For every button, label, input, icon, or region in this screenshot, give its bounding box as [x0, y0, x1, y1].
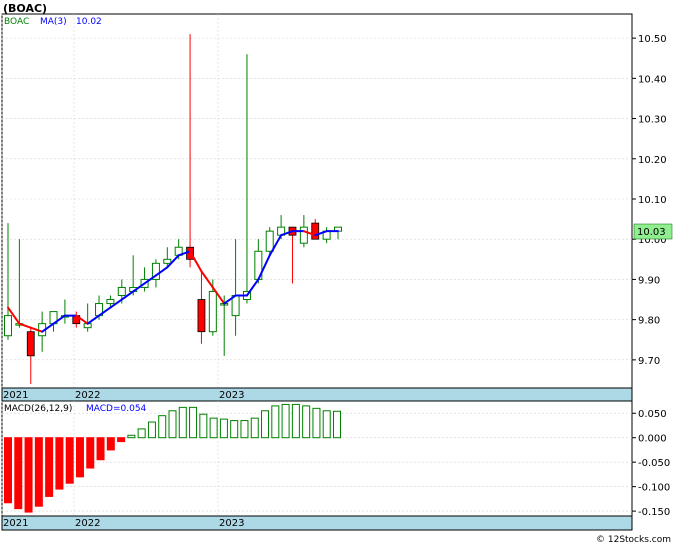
macd-y-axis: -0.150 -0.100 -0.050 0.000 0.050 — [632, 409, 670, 518]
macd-bar — [261, 410, 270, 439]
macd-bar — [199, 413, 208, 439]
macd-bar — [333, 410, 341, 439]
macd-bar — [281, 403, 290, 439]
macd-bar — [322, 410, 331, 439]
last-price-tag: 10.03 — [637, 227, 666, 238]
macd-bar — [250, 417, 259, 439]
macd-bar — [4, 437, 12, 504]
macd-bar — [271, 405, 280, 439]
candle-body — [208, 290, 217, 333]
candle-body — [163, 258, 172, 264]
price-y-tick-label: 10.40 — [638, 74, 667, 85]
macd-legend-label: MACD(26,12,9) — [4, 404, 72, 414]
macd-x-tick-label: 2021 — [3, 518, 28, 529]
macd-y-tick-label: -0.150 — [638, 507, 670, 518]
legend-ma-label: MA(3) — [40, 17, 67, 27]
macd-bar — [14, 437, 23, 510]
price-x-tick-label: 2023 — [219, 390, 244, 401]
macd-bar — [75, 437, 84, 478]
macd-bar — [158, 415, 167, 439]
stock-chart: (BOAC) 9.709.809.9010.0010.1010.2010.301… — [1, 2, 673, 545]
macd-legend-value: MACD=0.054 — [86, 404, 147, 414]
candle-body — [265, 230, 274, 252]
price-y-tick-label: 9.80 — [638, 316, 660, 327]
macd-bar — [127, 434, 136, 439]
candle-body — [4, 315, 12, 337]
macd-bar — [65, 437, 74, 484]
macd-x-tick-label: 2023 — [219, 518, 244, 529]
macd-y-tick-label: -0.100 — [638, 483, 670, 494]
legend-symbol: BOAC — [4, 17, 29, 27]
price-panel — [1, 13, 633, 389]
candle-body — [197, 299, 206, 333]
macd-bar — [189, 406, 198, 439]
candle-body — [311, 222, 320, 240]
candle-body — [231, 295, 240, 317]
price-y-tick-label: 9.70 — [638, 356, 660, 367]
legend-ma-value: 10.02 — [76, 17, 102, 27]
macd-bar — [219, 418, 228, 439]
macd-bar — [312, 407, 321, 439]
macd-bar — [45, 437, 54, 497]
watermark: © 12Stocks.com — [596, 535, 671, 545]
price-y-tick-label: 10.10 — [638, 195, 667, 206]
candle-body — [299, 226, 308, 244]
macd-bar — [209, 417, 218, 439]
chart-title: (BOAC) — [3, 2, 47, 15]
macd-bar — [24, 437, 33, 513]
macd-bar — [147, 421, 156, 439]
macd-x-tick-label: 2022 — [75, 518, 100, 529]
macd-bar — [106, 437, 115, 451]
price-y-tick-label: 9.90 — [638, 275, 660, 286]
price-y-tick-label: 10.30 — [638, 115, 667, 126]
price-x-tick-label: 2021 — [3, 390, 28, 401]
price-x-tick-label: 2022 — [75, 390, 100, 401]
macd-bar — [291, 403, 300, 439]
macd-bar — [178, 406, 187, 439]
macd-bar — [34, 437, 43, 507]
macd-bar — [96, 437, 105, 461]
macd-y-tick-label: 0.000 — [638, 434, 667, 445]
price-y-axis: 9.709.809.9010.0010.1010.2010.3010.4010.… — [632, 34, 667, 367]
candle-body — [26, 331, 35, 357]
macd-bar — [230, 420, 239, 439]
macd-bar — [240, 420, 249, 439]
price-y-tick-label: 10.20 — [638, 155, 667, 166]
macd-y-tick-label: 0.050 — [638, 409, 667, 420]
candle-body — [106, 299, 115, 305]
macd-bar — [168, 410, 177, 439]
macd-y-tick-label: -0.050 — [638, 458, 670, 469]
macd-bar — [137, 428, 146, 439]
macd-bar — [55, 437, 64, 490]
macd-bar — [86, 437, 95, 469]
macd-bar — [117, 437, 126, 443]
price-y-tick-label: 10.50 — [638, 34, 667, 45]
macd-bar — [302, 405, 311, 439]
candle-body — [117, 286, 126, 297]
